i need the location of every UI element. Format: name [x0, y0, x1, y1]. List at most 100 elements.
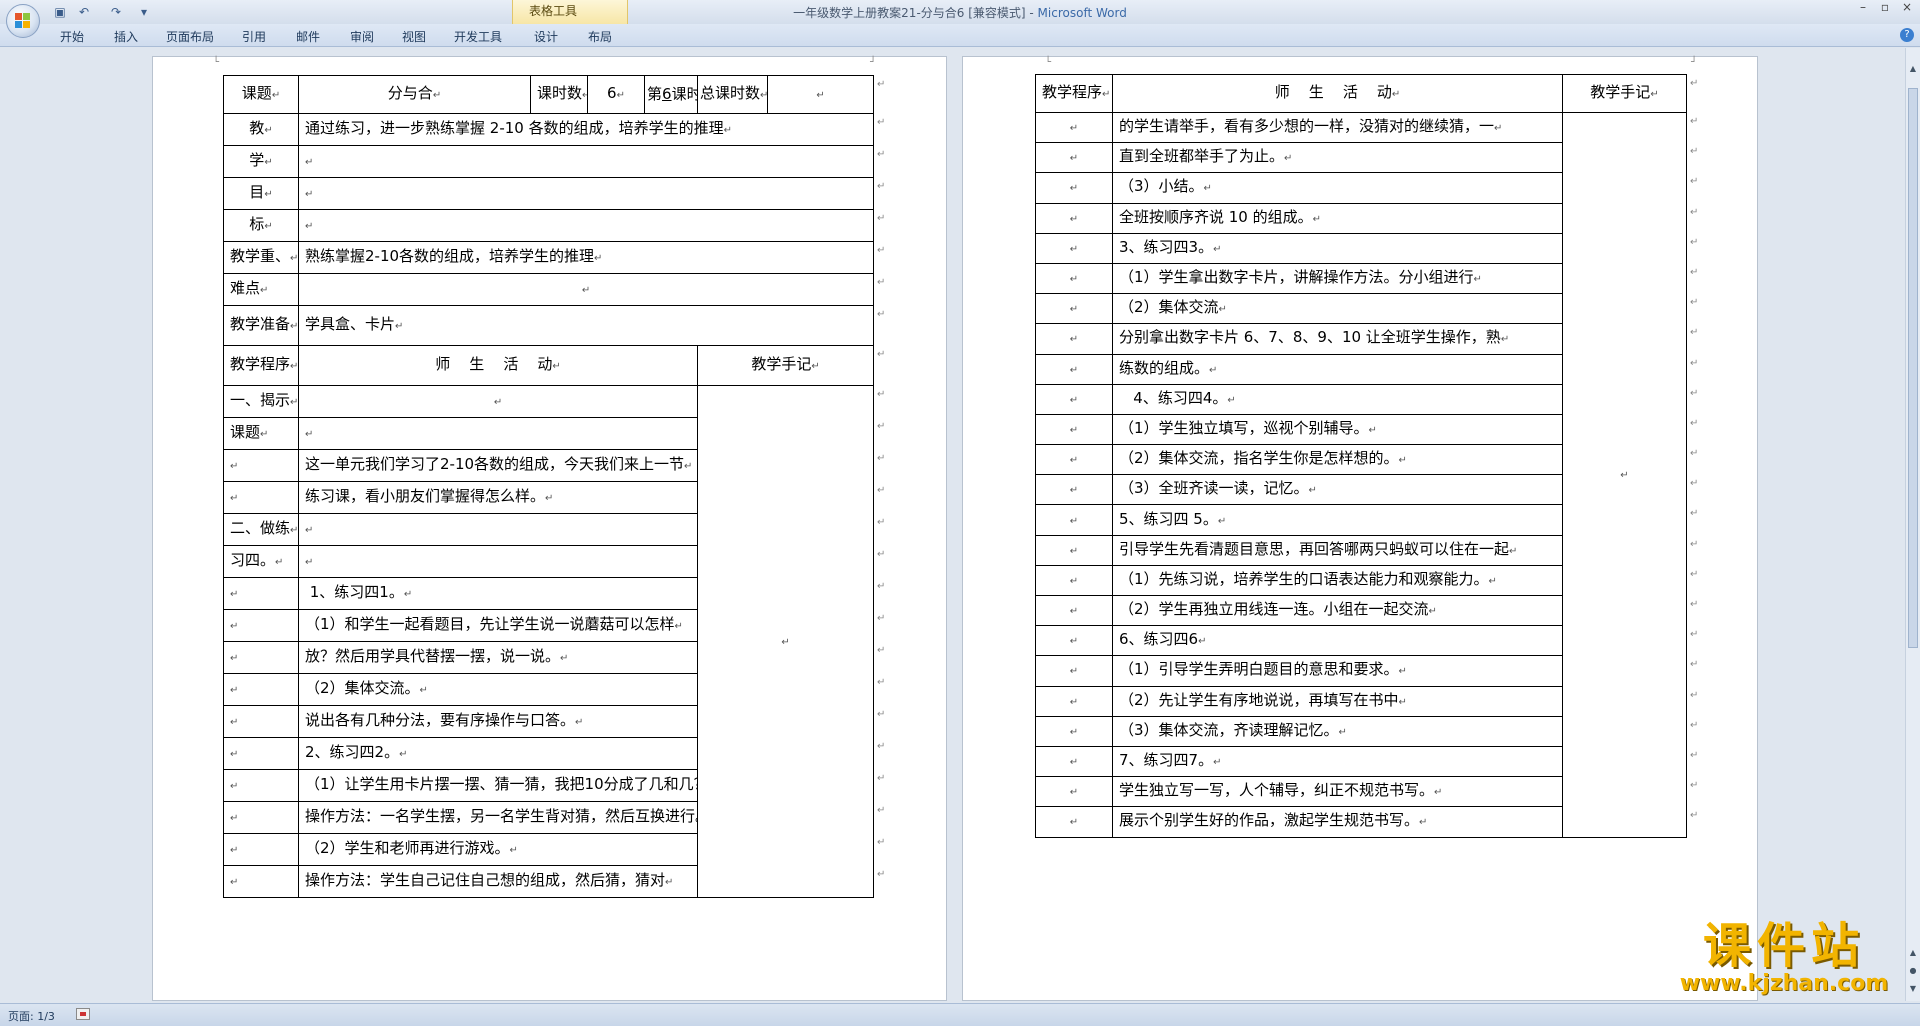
- activity-cell[interactable]: ↵: [297, 385, 699, 418]
- procedure-cell[interactable]: ↵: [1035, 745, 1113, 778]
- activity-header-cell[interactable]: 师 生 活 动↵: [297, 345, 699, 386]
- topic-label-cell[interactable]: 课题↵: [223, 75, 299, 114]
- hours-label-cell[interactable]: 课时数↵: [530, 75, 588, 114]
- procedure-cell[interactable]: ↵: [1035, 806, 1113, 838]
- procedure-cell[interactable]: ↵: [1035, 564, 1113, 597]
- procedure-cell[interactable]: ↵: [1035, 353, 1113, 385]
- activity-cell[interactable]: 分别拿出数字卡片 6、7、8、9、10 让全班学生操作，熟↵: [1112, 323, 1563, 355]
- procedure-cell[interactable]: ↵: [223, 641, 299, 674]
- scrollbar-thumb[interactable]: [1908, 88, 1918, 648]
- activity-cell[interactable]: 6、练习四6↵: [1112, 625, 1563, 657]
- document-page-1[interactable]: └ ┘ 课题↵ 分与合↵ 课时数↵ 6↵ 第6课时 总课时数↵ ↵ 教↵ 通过练…: [152, 56, 947, 1001]
- procedure-cell[interactable]: 课题↵: [223, 417, 299, 450]
- tab-design[interactable]: 设计: [534, 28, 558, 45]
- procedure-cell[interactable]: ↵: [223, 609, 299, 642]
- activity-cell[interactable]: 引导学生先看清题目意思，再回答哪两只蚂蚁可以住在一起↵: [1112, 534, 1563, 566]
- office-button[interactable]: [6, 4, 40, 38]
- activity-cell[interactable]: （1）先练习说，培养学生的口语表达能力和观察能力。↵: [1112, 564, 1563, 597]
- procedure-cell[interactable]: ↵: [223, 865, 299, 898]
- tab-developer[interactable]: 开发工具: [454, 28, 502, 45]
- procedure-cell[interactable]: ↵: [1035, 715, 1113, 747]
- activity-cell[interactable]: 7、练习四7。↵: [1112, 745, 1563, 778]
- tab-home[interactable]: 开始: [60, 28, 84, 45]
- procedure-header-cell[interactable]: 教学程序↵: [223, 345, 299, 386]
- close-button[interactable]: ×: [1896, 0, 1918, 16]
- activity-cell[interactable]: （2）先让学生有序地说说，再填写在书中↵: [1112, 685, 1563, 717]
- objective-label-cell[interactable]: 学↵: [223, 145, 299, 178]
- key-points-cell[interactable]: 熟练掌握2-10各数的组成，培养学生的推理↵: [297, 241, 875, 274]
- activity-cell[interactable]: 1、练习四1。↵: [297, 577, 699, 610]
- objective-label-cell[interactable]: 目↵: [223, 177, 299, 210]
- procedure-cell[interactable]: ↵: [1035, 444, 1113, 476]
- procedure-cell[interactable]: ↵: [1035, 776, 1113, 808]
- activity-cell[interactable]: （2）集体交流↵: [1112, 293, 1563, 325]
- hours-cell[interactable]: 6↵: [587, 75, 645, 114]
- procedure-cell[interactable]: ↵: [1035, 594, 1113, 627]
- previous-page-icon[interactable]: ▲: [1908, 948, 1918, 957]
- tab-page-layout[interactable]: 页面布局: [166, 28, 214, 45]
- procedure-cell[interactable]: 习四。↵: [223, 545, 299, 578]
- notes-cell[interactable]: ↵: [697, 385, 875, 898]
- activity-cell[interactable]: 说出各有几种分法，要有序操作与口答。↵: [297, 705, 699, 738]
- procedure-cell[interactable]: ↵: [1035, 685, 1113, 717]
- scroll-up-icon[interactable]: ▲: [1908, 64, 1918, 73]
- browse-object-icon[interactable]: ●: [1908, 966, 1918, 975]
- procedure-cell[interactable]: ↵: [223, 577, 299, 610]
- topic-cell[interactable]: 分与合↵: [298, 75, 531, 114]
- proofing-icon[interactable]: [76, 1008, 90, 1020]
- activity-cell[interactable]: 4、练习四4。↵: [1112, 383, 1563, 415]
- preparation-cell[interactable]: 学具盒、卡片↵: [297, 305, 875, 346]
- procedure-cell[interactable]: ↵: [1035, 142, 1113, 174]
- activity-cell[interactable]: ↵: [297, 545, 699, 578]
- objective-label-cell[interactable]: 标↵: [223, 209, 299, 242]
- key-points-label-cell[interactable]: 教学重、↵: [223, 241, 299, 274]
- activity-cell[interactable]: 这一单元我们学习了2-10各数的组成，今天我们来上一节↵: [297, 449, 699, 482]
- procedure-cell[interactable]: ↵: [1035, 655, 1113, 687]
- procedure-cell[interactable]: ↵: [1035, 625, 1113, 657]
- procedure-cell[interactable]: ↵: [1035, 111, 1113, 144]
- activity-cell[interactable]: （3）集体交流，齐读理解记忆。↵: [1112, 715, 1563, 747]
- activity-cell[interactable]: （1）让学生用卡片摆一摆、猜一猜，我把10分成了几和几？↵: [297, 769, 699, 802]
- procedure-cell[interactable]: ↵: [223, 673, 299, 706]
- activity-cell[interactable]: 2、练习四2。↵: [297, 737, 699, 770]
- key-points-cell[interactable]: ↵: [297, 273, 875, 306]
- activity-cell[interactable]: （2）学生和老师再进行游戏。↵: [297, 833, 699, 866]
- activity-cell[interactable]: 学生独立写一写，人个辅导，纠正不规范书写。↵: [1112, 776, 1563, 808]
- activity-cell[interactable]: 5、练习四 5。↵: [1112, 504, 1563, 536]
- activity-cell[interactable]: （1）引导学生弄明白题目的意思和要求。↵: [1112, 655, 1563, 687]
- preparation-label-cell[interactable]: 教学准备↵: [223, 305, 299, 346]
- activity-cell[interactable]: 3、练习四3。↵: [1112, 232, 1563, 264]
- objective-label-cell[interactable]: 教↵: [223, 113, 299, 146]
- notes-header-cell[interactable]: 教学手记↵: [1562, 74, 1687, 113]
- procedure-cell[interactable]: ↵: [223, 769, 299, 802]
- activity-cell[interactable]: 的学生请举手，看有多少想的一样，没猜对的继续猜，一↵: [1112, 111, 1563, 144]
- tab-layout[interactable]: 布局: [588, 28, 612, 45]
- activity-cell[interactable]: 操作方法：一名学生摆，另一名学生背对猜，然后互换进行。↵: [297, 801, 699, 834]
- activity-cell[interactable]: （2）集体交流。↵: [297, 673, 699, 706]
- activity-cell[interactable]: 直到全班都举手了为止。↵: [1112, 142, 1563, 174]
- activity-cell[interactable]: 练数的组成。↵: [1112, 353, 1563, 385]
- procedure-cell[interactable]: 一、揭示↵: [223, 385, 299, 418]
- next-page-icon[interactable]: ▼: [1908, 984, 1918, 993]
- procedure-cell[interactable]: ↵: [1035, 262, 1113, 295]
- activity-cell[interactable]: （1）和学生一起看题目，先让学生说一说蘑菇可以怎样↵: [297, 609, 699, 642]
- total-label-cell[interactable]: 总课时数↵: [697, 75, 769, 114]
- total-cell[interactable]: ↵: [767, 75, 875, 114]
- vertical-scrollbar[interactable]: ▲ ▲ ● ▼: [1905, 48, 1920, 1001]
- key-points-label-cell[interactable]: 难点↵: [223, 273, 299, 306]
- maximize-button[interactable]: ▫: [1874, 0, 1896, 16]
- procedure-cell[interactable]: ↵: [1035, 413, 1113, 446]
- procedure-cell[interactable]: ↵: [1035, 172, 1113, 204]
- activity-cell[interactable]: 练习课，看小朋友们掌握得怎么样。↵: [297, 481, 699, 514]
- lesson-number-cell[interactable]: 第6课时: [643, 75, 699, 114]
- procedure-cell[interactable]: ↵: [1035, 293, 1113, 325]
- activity-cell[interactable]: （3）全班齐读一读，记忆。↵: [1112, 474, 1563, 506]
- procedure-cell[interactable]: ↵: [1035, 534, 1113, 566]
- activity-header-cell[interactable]: 师 生 活 动↵: [1112, 74, 1563, 113]
- objective-line-cell[interactable]: ↵: [297, 177, 875, 210]
- procedure-cell[interactable]: 二、做练↵: [223, 513, 299, 546]
- procedure-cell[interactable]: ↵: [1035, 383, 1113, 415]
- procedure-cell[interactable]: ↵: [1035, 323, 1113, 355]
- objective-line-cell[interactable]: 通过练习，进一步熟练掌握 2-10 各数的组成，培养学生的推理↵: [297, 113, 875, 146]
- minimize-button[interactable]: –: [1852, 0, 1874, 16]
